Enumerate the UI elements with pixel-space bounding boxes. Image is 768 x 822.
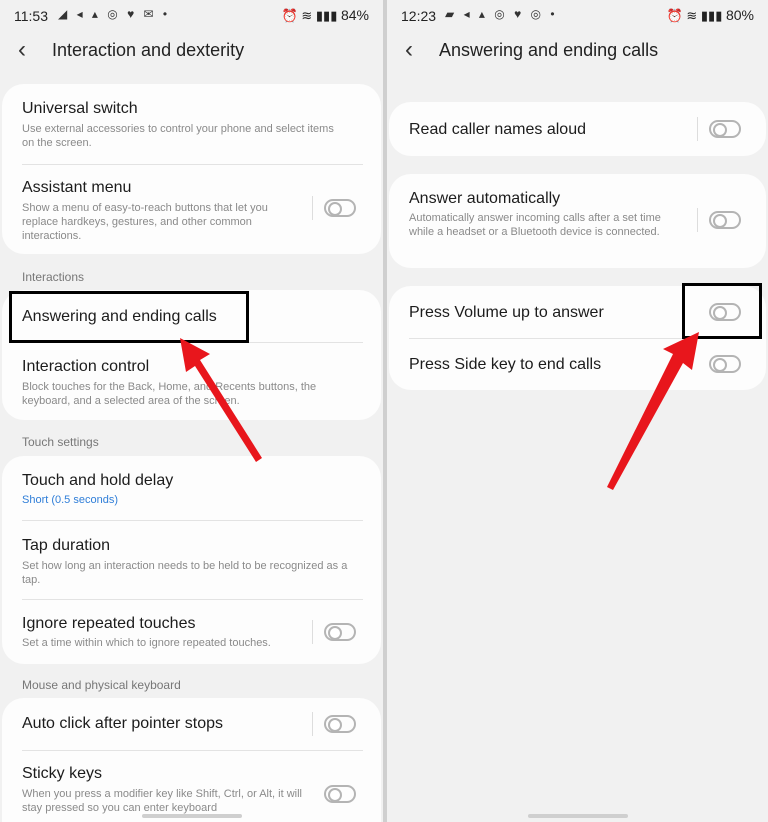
divider <box>697 117 698 141</box>
toggle-knob <box>713 214 727 228</box>
list-item-touch-hold-delay[interactable]: Touch and hold delay Short (0.5 seconds) <box>2 456 381 520</box>
toggle-knob <box>328 788 342 802</box>
app-bar: ‹ Interaction and dexterity <box>0 36 383 68</box>
sticky-keys-toggle[interactable] <box>324 785 356 803</box>
page-title: Answering and ending calls <box>439 40 659 60</box>
left-screen: 11:53 ◢ ◂ ▴ ◎ ♥ ✉ • ⏰ ≋ ▮▮▮ 84% ‹ Intera… <box>0 0 383 822</box>
ignore-repeated-toggle[interactable] <box>324 623 356 641</box>
item-title: Read caller names aloud <box>409 121 586 138</box>
toggle-knob <box>328 626 342 640</box>
list-item-sticky-keys[interactable]: Sticky keys When you press a modifier ke… <box>2 751 381 822</box>
list-item-ignore-repeated[interactable]: Ignore repeated touches Set a time withi… <box>2 600 381 664</box>
notification-icons: ▰ ◂ ▴ ◎ ♥ ◎ • <box>445 7 558 21</box>
item-title: Ignore repeated touches <box>22 615 196 632</box>
status-time: 11:53 <box>14 8 48 24</box>
assistant-menu-toggle[interactable] <box>324 199 356 217</box>
item-title: Assistant menu <box>22 179 132 196</box>
divider <box>312 620 313 644</box>
toggle-knob <box>328 202 342 216</box>
app-bar: ‹ Answering and ending calls <box>387 36 768 68</box>
right-screen: 12:23 ▰ ◂ ▴ ◎ ♥ ◎ • ⏰ ≋ ▮▮▮ 80% ‹ Answer… <box>387 0 768 822</box>
status-right: ⏰ ≋ ▮▮▮ 84% <box>282 7 369 24</box>
item-title: Sticky keys <box>22 765 103 782</box>
card-switch-assistant: Universal switch Use external accessorie… <box>2 84 381 254</box>
highlight-box <box>682 283 762 339</box>
status-bar: 11:53 ◢ ◂ ▴ ◎ ♥ ✉ • ⏰ ≋ ▮▮▮ 84% <box>0 0 383 30</box>
status-system-icons: ⏰ ≋ ▮▮▮ <box>281 8 338 23</box>
divider <box>312 196 313 220</box>
item-subtitle: Use external accessories to control your… <box>22 123 334 149</box>
item-subtitle: Block touches for the Back, Home, and Re… <box>22 381 317 407</box>
status-bar: 12:23 ▰ ◂ ▴ ◎ ♥ ◎ • ⏰ ≋ ▮▮▮ 80% <box>387 0 768 30</box>
read-caller-toggle[interactable] <box>709 120 741 138</box>
item-title: Auto click after pointer stops <box>22 715 223 732</box>
item-value: Short (0.5 seconds) <box>22 494 118 506</box>
card-touch-settings: Touch and hold delay Short (0.5 seconds)… <box>2 456 381 664</box>
page-title: Interaction and dexterity <box>52 40 245 60</box>
item-subtitle: Automatically answer incoming calls afte… <box>409 212 661 238</box>
list-item-tap-duration[interactable]: Tap duration Set how long an interaction… <box>2 521 381 599</box>
divider <box>312 712 313 736</box>
card-read-caller: Read caller names aloud <box>389 102 766 156</box>
status-right: ⏰ ≋ ▮▮▮ 80% <box>667 7 754 24</box>
press-side-toggle[interactable] <box>709 355 741 373</box>
item-title: Interaction control <box>22 358 150 375</box>
item-subtitle: Set a time within which to ignore repeat… <box>22 637 271 649</box>
list-item-press-side[interactable]: Press Side key to end calls <box>389 339 766 390</box>
toggle-knob <box>713 123 727 137</box>
status-system-icons: ⏰ ≋ ▮▮▮ <box>666 8 723 23</box>
list-item-answer-automatically[interactable]: Answer automatically Automatically answe… <box>389 174 766 268</box>
item-title: Press Side key to end calls <box>409 356 602 373</box>
item-title: Answer automatically <box>409 190 561 207</box>
home-indicator <box>141 814 242 818</box>
list-item-universal-switch[interactable]: Universal switch Use external accessorie… <box>2 84 381 164</box>
item-subtitle: When you press a modifier key like Shift… <box>22 788 302 814</box>
highlight-box <box>9 291 249 343</box>
item-subtitle: Set how long an interaction needs to be … <box>22 560 348 586</box>
item-title: Universal switch <box>22 100 138 117</box>
toggle-knob <box>713 358 727 372</box>
list-item-auto-click[interactable]: Auto click after pointer stops <box>2 698 381 748</box>
answer-auto-toggle[interactable] <box>709 211 741 229</box>
status-time: 12:23 <box>401 8 437 24</box>
auto-click-toggle[interactable] <box>324 715 356 733</box>
battery-level: 80% <box>725 7 754 23</box>
list-item-read-caller[interactable]: Read caller names aloud <box>389 102 766 156</box>
item-title: Touch and hold delay <box>22 472 174 489</box>
card-mouse-keyboard: Auto click after pointer stops Sticky ke… <box>2 698 381 822</box>
list-item-assistant-menu[interactable]: Assistant menu Show a menu of easy-to-re… <box>2 165 381 254</box>
section-header-mouse-keyboard: Mouse and physical keyboard <box>22 678 181 692</box>
battery-level: 84% <box>340 7 369 23</box>
back-icon[interactable]: ‹ <box>18 36 26 64</box>
item-title: Press Volume up to answer <box>409 304 604 321</box>
home-indicator <box>527 814 628 818</box>
item-title: Tap duration <box>22 537 111 554</box>
back-icon[interactable]: ‹ <box>405 36 413 64</box>
card-answer-auto: Answer automatically Automatically answe… <box>389 174 766 268</box>
section-header-touch-settings: Touch settings <box>22 435 99 449</box>
item-subtitle: Show a menu of easy-to-reach buttons tha… <box>22 202 268 242</box>
list-item-interaction-control[interactable]: Interaction control Block touches for th… <box>2 343 381 420</box>
toggle-knob <box>328 718 342 732</box>
notification-icons: ◢ ◂ ▴ ◎ ♥ ✉ • <box>58 7 171 21</box>
section-header-interactions: Interactions <box>22 270 85 284</box>
divider <box>697 208 698 232</box>
